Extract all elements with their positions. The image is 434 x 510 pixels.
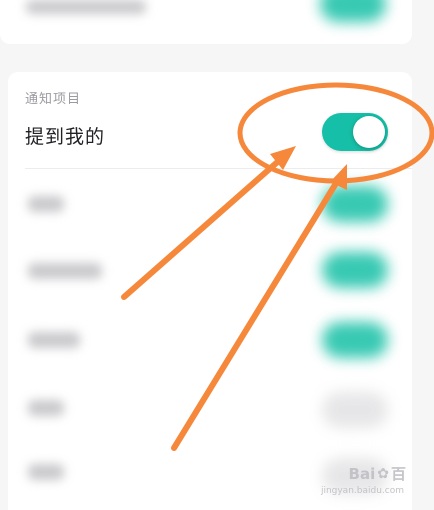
blurred-row-label — [28, 400, 64, 416]
blurred-toggle[interactable] — [322, 186, 388, 222]
mention-me-toggle[interactable] — [322, 113, 388, 151]
watermark-url: jingyan.baidu.com — [320, 486, 404, 496]
blurred-toggle[interactable] — [322, 322, 388, 358]
blurred-toggle[interactable] — [322, 392, 388, 428]
blurred-row-label — [28, 464, 64, 480]
settings-screen: 通知项目 提到我的 Bai ✿ 百 jingyan.baidu.com — [0, 0, 434, 510]
watermark-brand: Bai — [348, 464, 376, 483]
paw-icon: ✿ — [377, 465, 389, 482]
divider — [25, 168, 412, 169]
mention-me-label: 提到我的 — [25, 126, 106, 148]
baidu-watermark: Bai ✿ 百 — [349, 463, 406, 484]
blurred-row-label — [28, 196, 64, 212]
toggle-knob — [353, 116, 385, 148]
blurred-row-label — [28, 263, 102, 279]
watermark-brand-suffix: 百 — [390, 465, 406, 483]
blurred-toggle[interactable] — [322, 252, 388, 288]
section-label: 通知项目 — [25, 92, 82, 107]
blurred-toggle[interactable] — [320, 0, 386, 22]
blurred-settings-card-top — [0, 0, 412, 44]
blurred-row-label — [28, 332, 80, 348]
blurred-row-label — [26, 0, 146, 14]
